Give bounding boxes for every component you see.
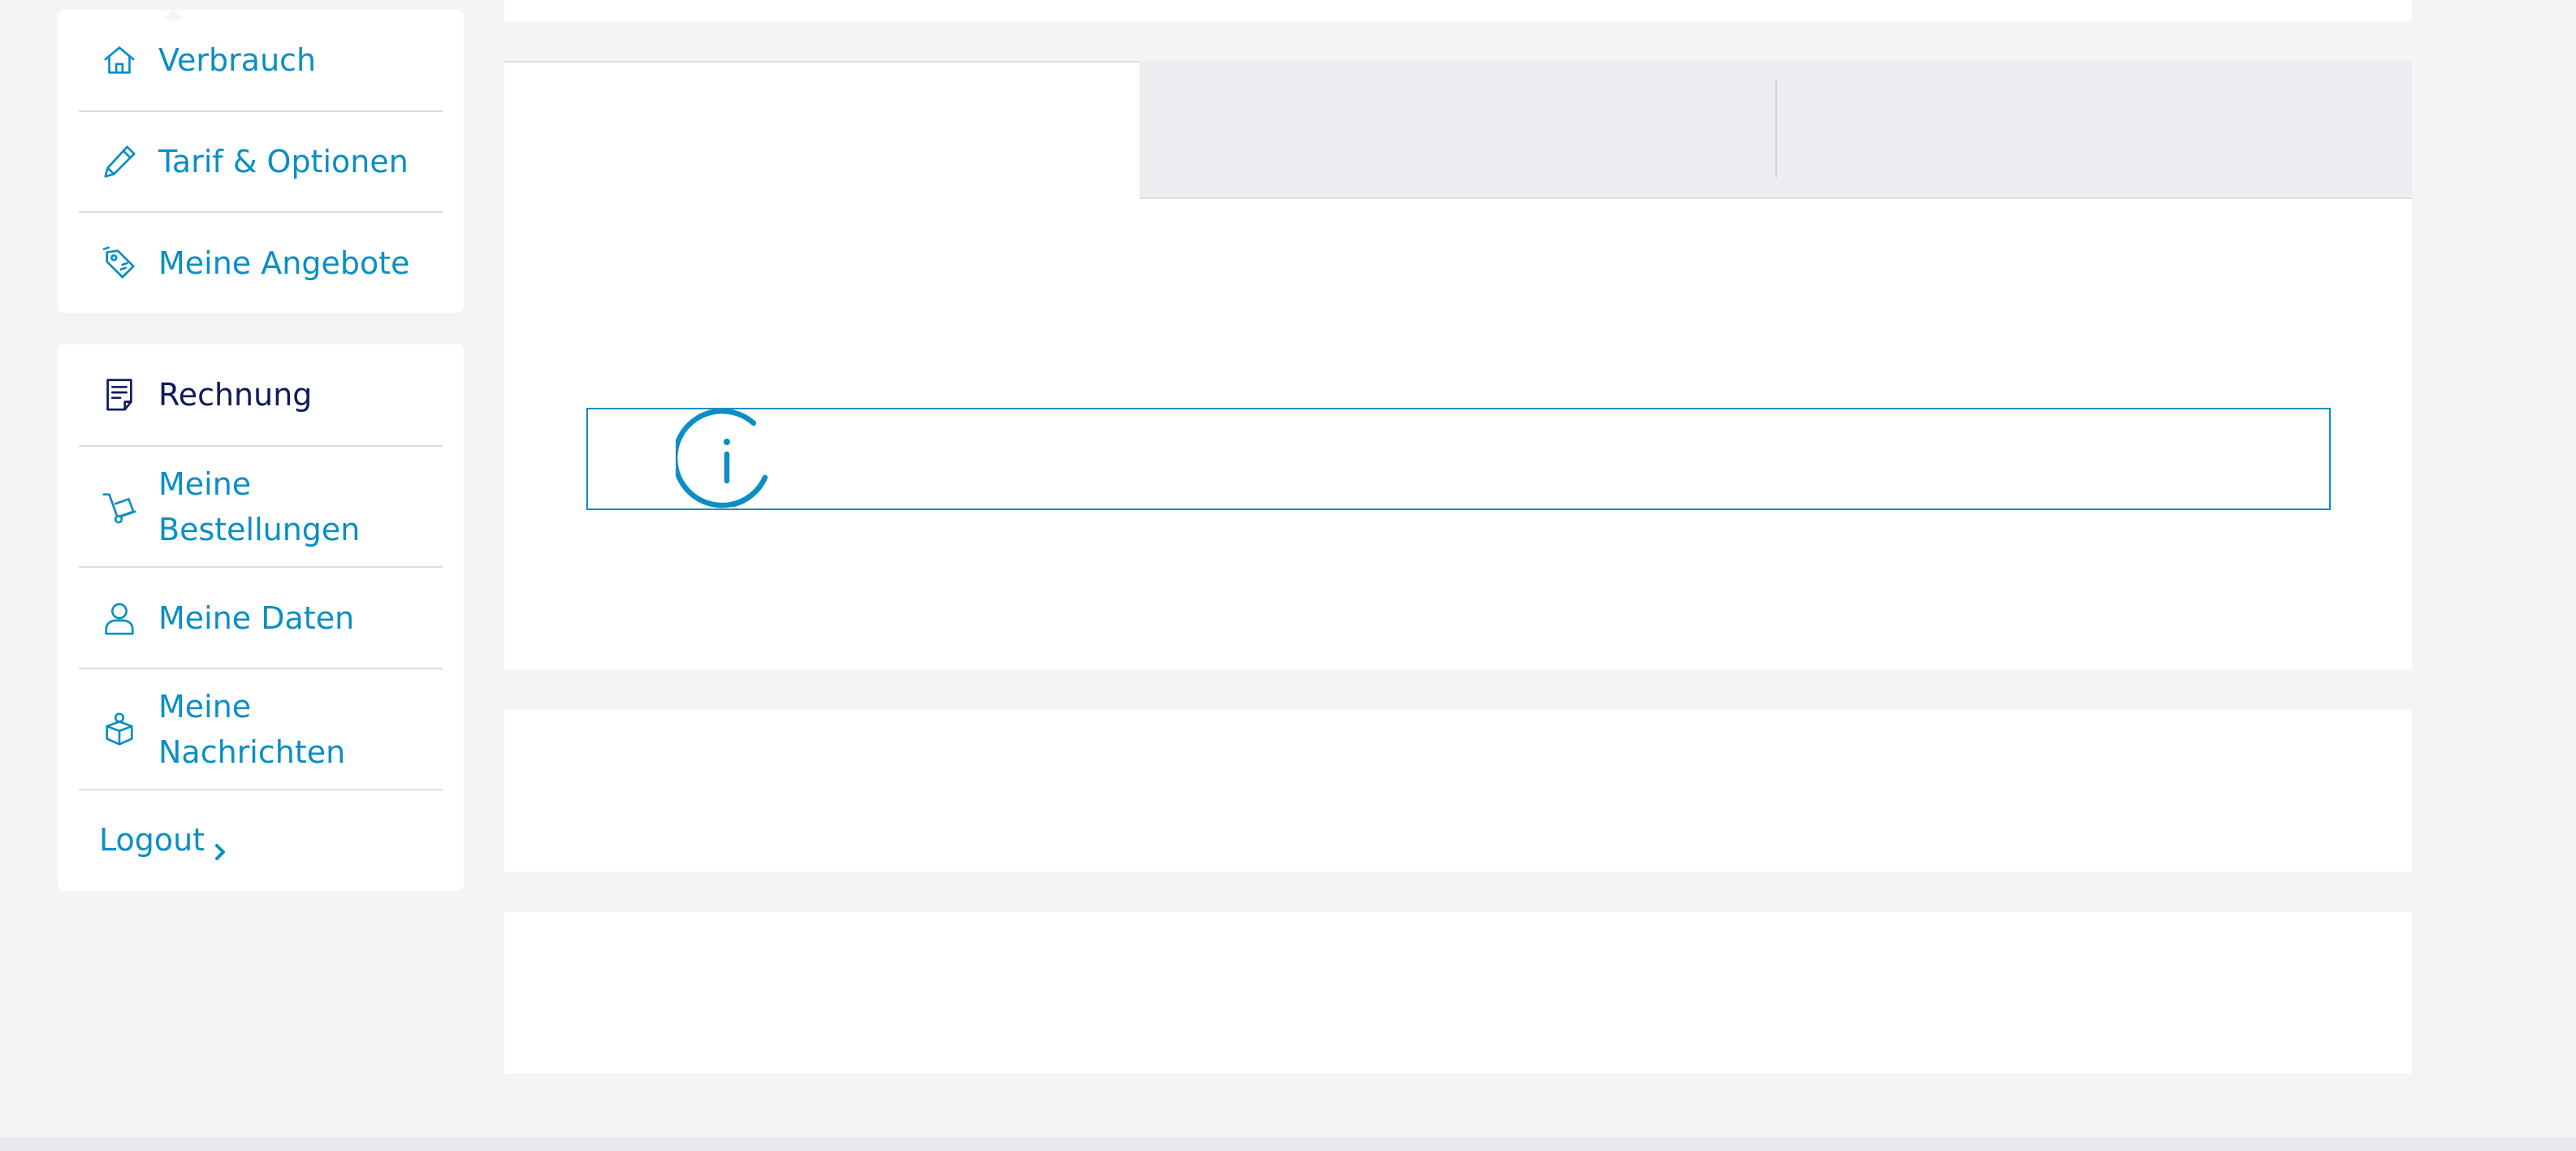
content-panel (504, 710, 2412, 872)
sidebar-item-label: Tarif & Optionen (158, 144, 408, 180)
sidebar-nav-group-2: Rechnung Meine Bestellungen Meine Daten … (58, 344, 464, 891)
sidebar-item-meine-nachrichten[interactable]: Meine Nachrichten (79, 669, 443, 790)
sidebar-item-verbrauch[interactable]: Verbrauch (79, 10, 443, 112)
sidebar-nav-group-1: Verbrauch Tarif & Optionen Meine Angebot… (58, 10, 464, 313)
message-box-icon (99, 709, 140, 750)
home-icon (99, 40, 140, 80)
content-panel (504, 912, 2412, 1074)
tab-bar (504, 61, 2412, 199)
sidebar-item-label: Meine Nachrichten (158, 688, 346, 770)
logout-link[interactable]: Logout (99, 817, 227, 863)
info-notice-box (586, 408, 2331, 510)
tab-2[interactable] (1139, 61, 1775, 199)
billing-main-card (504, 61, 2412, 669)
sidebar-item-tarif-optionen[interactable]: Tarif & Optionen (79, 112, 443, 213)
sidebar-item-meine-bestellungen[interactable]: Meine Bestellungen (79, 447, 443, 568)
pencil-icon (99, 141, 140, 182)
tab-1[interactable] (504, 61, 1139, 199)
sidebar-item-meine-angebote[interactable]: Meine Angebote (79, 213, 443, 313)
hand-truck-icon (99, 487, 140, 527)
top-content-strip (504, 0, 2412, 21)
sidebar-item-label: Meine Daten (158, 599, 355, 636)
sidebar-item-label: Verbrauch (158, 42, 317, 78)
chevron-right-icon (213, 829, 227, 860)
tab-separator (1775, 80, 1777, 178)
sidebar-item-rechnung[interactable]: Rechnung (79, 344, 443, 447)
sidebar-item-meine-daten[interactable]: Meine Daten (79, 568, 443, 669)
sidebar-item-label: Meine Angebote (158, 244, 410, 281)
logout-label: Logout (99, 822, 205, 858)
user-icon (99, 598, 140, 638)
page-bottom-strip (0, 1137, 2576, 1151)
sidebar-item-label: Rechnung (158, 377, 313, 413)
sidebar-item-label: Meine Bestellungen (158, 465, 361, 547)
info-icon (672, 408, 778, 512)
tab-3[interactable] (1775, 61, 2412, 199)
invoice-icon (99, 374, 140, 415)
tag-icon (99, 243, 140, 283)
